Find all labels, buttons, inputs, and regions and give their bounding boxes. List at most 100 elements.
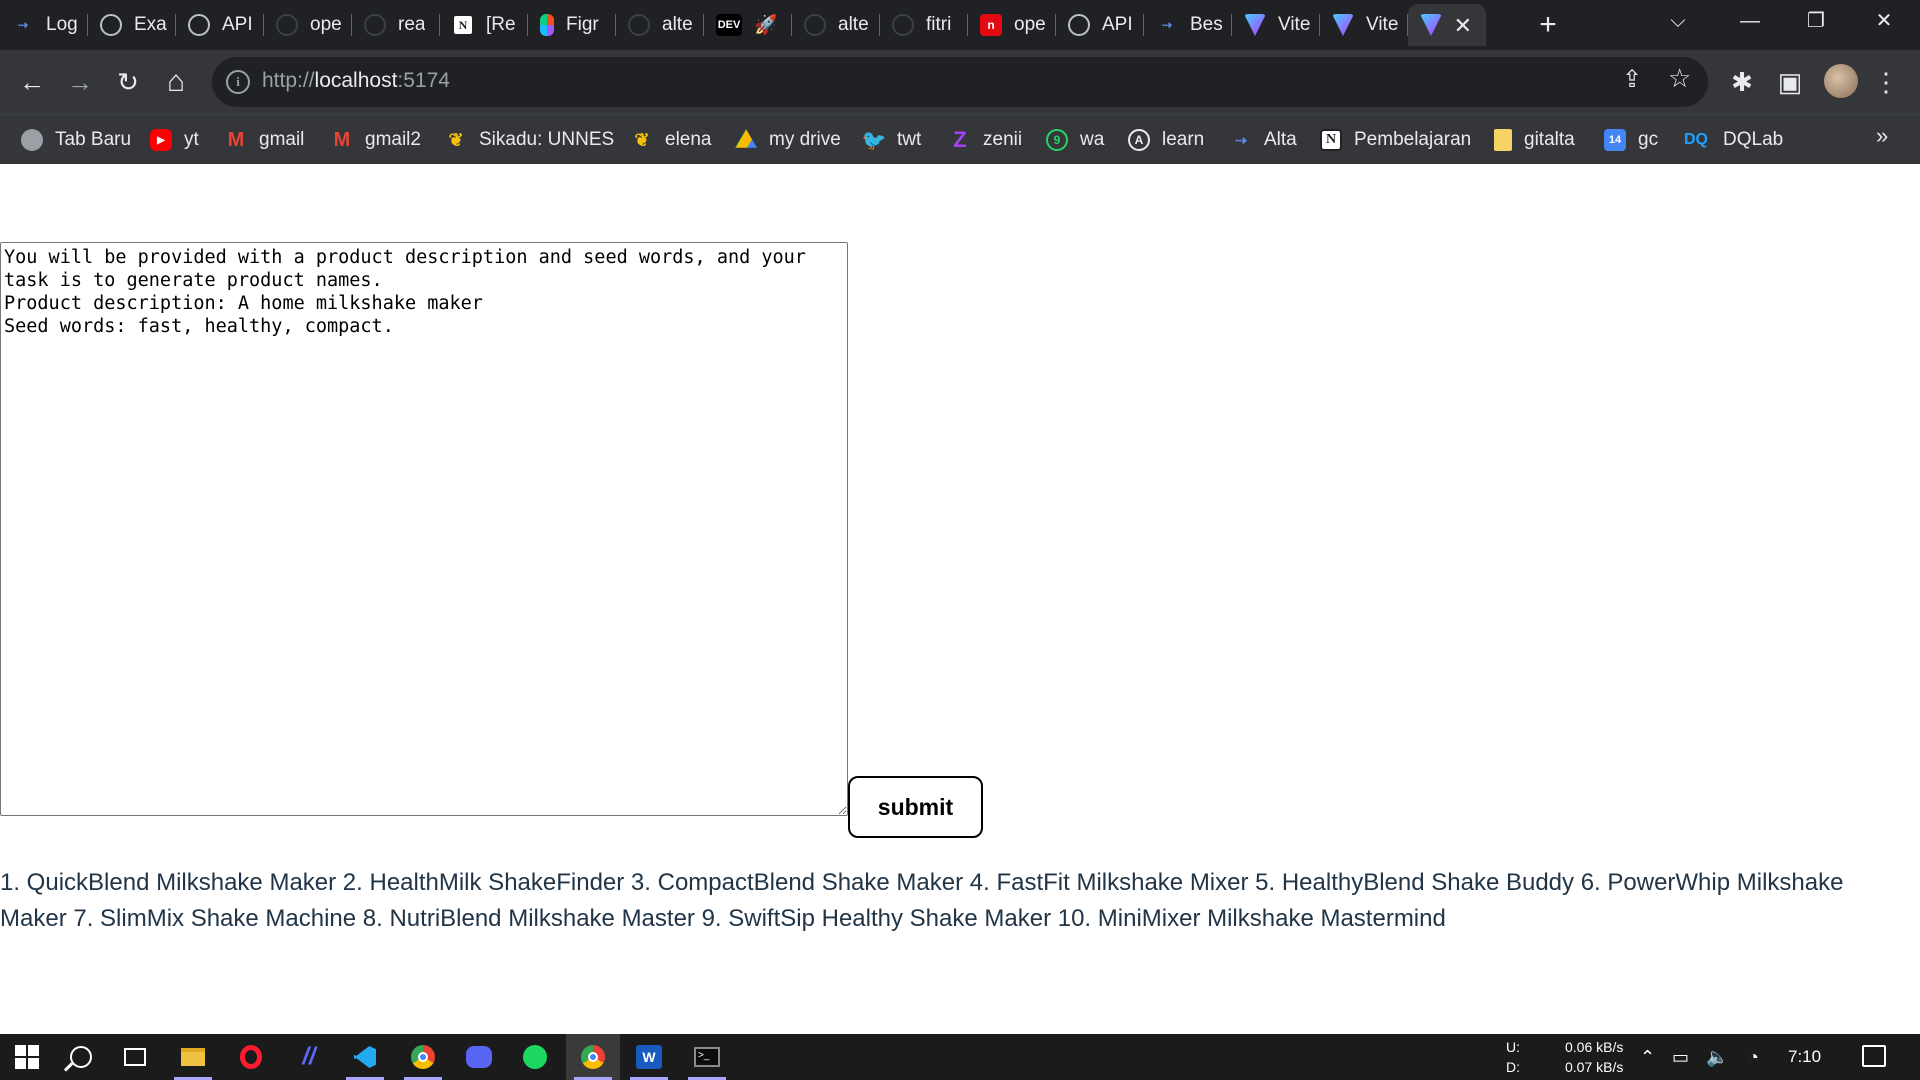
taskbar-discord[interactable] <box>452 1034 506 1080</box>
forward-button[interactable]: → <box>60 62 100 102</box>
side-panel-icon[interactable]: ▣ <box>1770 62 1810 102</box>
bookmark-item[interactable]: ❦ elena <box>631 124 711 156</box>
taskbar-slash-app[interactable]: // <box>282 1034 336 1080</box>
tab[interactable]: ope <box>264 4 352 46</box>
github-icon <box>628 14 650 36</box>
bookmark-item[interactable]: Mgmail2 <box>331 124 421 156</box>
home-button[interactable]: ⌂ <box>156 62 196 102</box>
site-info-icon[interactable]: i <box>226 70 250 94</box>
tab[interactable]: Vite <box>1320 4 1408 46</box>
minimize-button[interactable]: — <box>1718 0 1782 42</box>
task-view-button[interactable] <box>108 1034 162 1080</box>
taskbar-chrome-active[interactable] <box>566 1034 620 1080</box>
new-tab-button[interactable]: + <box>1530 8 1566 44</box>
tab[interactable]: ⇢ Log <box>0 4 88 46</box>
taskbar-file-explorer[interactable] <box>166 1034 220 1080</box>
bookmark-item[interactable]: 🐦 twt <box>861 124 922 156</box>
taskbar-word[interactable]: W <box>622 1034 676 1080</box>
bookmark-item[interactable]: ▶ yt <box>150 124 199 156</box>
tab[interactable]: DEV 🚀 <box>704 4 792 46</box>
task-view-icon <box>124 1048 146 1066</box>
tab[interactable]: ⇢ Bes <box>1144 4 1232 46</box>
bookmark-item[interactable]: Zzenii <box>949 124 1022 156</box>
result-text: 1. QuickBlend Milkshake Maker 2. HealthM… <box>0 869 1844 932</box>
battery-icon[interactable]: ▭ <box>1672 1034 1689 1080</box>
taskbar-spotify[interactable] <box>508 1034 562 1080</box>
start-icon <box>15 1045 39 1069</box>
address-bar[interactable]: i http://localhost:5174 ⇪ ☆ <box>212 57 1708 107</box>
tab-search-icon[interactable]: ⌵ <box>1646 0 1710 42</box>
github-icon <box>276 14 298 36</box>
bookmark-label: gitalta <box>1524 129 1575 150</box>
profile-avatar[interactable] <box>1824 64 1858 98</box>
bookmark-item[interactable]: Alearn <box>1128 124 1204 156</box>
tab-title: Bes <box>1190 14 1223 35</box>
bookmark-item[interactable]: DQ DQLab <box>1681 124 1783 156</box>
taskbar-chrome[interactable] <box>396 1034 450 1080</box>
bookmark-item[interactable]: 9 wa <box>1046 124 1104 156</box>
vite-icon <box>1244 14 1266 36</box>
bookmark-item[interactable]: Tab Baru <box>21 124 131 156</box>
tab[interactable]: Vite <box>1232 4 1320 46</box>
taskbar-opera[interactable] <box>224 1034 278 1080</box>
close-window-button[interactable]: ✕ <box>1852 0 1916 42</box>
tab[interactable]: API <box>176 4 264 46</box>
back-button[interactable]: ← <box>12 62 52 102</box>
bookmark-item[interactable]: gitalta <box>1494 124 1575 156</box>
bookmark-label: zenii <box>983 129 1023 150</box>
red-n-icon: n <box>980 14 1002 36</box>
tab[interactable]: alte <box>792 4 880 46</box>
dqlab-icon: DQ <box>1684 131 1708 148</box>
reload-button[interactable]: ↻ <box>108 62 148 102</box>
tab-title: fitri <box>926 14 952 35</box>
twitter-icon: 🐦 <box>861 129 887 152</box>
submit-button[interactable]: submit <box>848 776 983 838</box>
tab[interactable]: alte <box>616 4 704 46</box>
start-button[interactable] <box>0 1034 54 1080</box>
clock[interactable]: 7:10 <box>1788 1034 1821 1080</box>
tab-title: alte <box>662 14 693 35</box>
tab[interactable]: N [Re <box>440 4 528 46</box>
bookmark-item[interactable]: 14 gc <box>1604 124 1658 156</box>
vite-icon <box>1420 14 1442 36</box>
extensions-icon[interactable]: ✱ <box>1722 62 1762 102</box>
tab-active[interactable]: ✕ <box>1408 4 1486 46</box>
search-button[interactable] <box>54 1034 108 1080</box>
tab[interactable]: Figr <box>528 4 616 46</box>
bookmark-star-icon[interactable]: ☆ <box>1668 63 1691 94</box>
tab-title: API <box>222 14 253 35</box>
tab[interactable]: fitri <box>880 4 968 46</box>
learn-icon: A <box>1128 129 1150 151</box>
tab-title: [Re <box>486 14 516 35</box>
taskbar-vscode[interactable] <box>338 1034 392 1080</box>
url-scheme: http:// <box>262 69 315 92</box>
restore-button[interactable]: ❐ <box>1784 0 1848 42</box>
share-icon[interactable]: ⇪ <box>1622 65 1642 94</box>
bookmarks-overflow-icon[interactable]: » <box>1876 123 1888 149</box>
prompt-textarea[interactable]: You will be provided with a product desc… <box>0 242 848 816</box>
tray-overflow-icon[interactable]: ⌃ <box>1640 1034 1655 1080</box>
wifi-icon[interactable]: ◔ <box>1748 1034 1759 1080</box>
tab[interactable]: API <box>1056 4 1144 46</box>
bookmark-item[interactable]: Mgmail <box>225 124 305 156</box>
openai-icon <box>1068 14 1090 36</box>
bookmark-item[interactable]: N Pembelajaran <box>1320 124 1471 156</box>
notification-icon[interactable] <box>1862 1045 1886 1067</box>
tab[interactable]: n ope <box>968 4 1056 46</box>
close-tab-icon[interactable]: ✕ <box>1454 13 1472 39</box>
unnes-icon: ❦ <box>448 129 464 150</box>
bookmark-label: gc <box>1638 129 1659 150</box>
bookmark-item[interactable]: ⇢ Alta <box>1230 124 1297 156</box>
bookmark-label: gmail <box>259 129 305 150</box>
windows-taskbar: // W >_ U: D: 0.06 kB/s 0.07 kB/s ⌃ ▭ 🔈 … <box>0 1034 1920 1080</box>
tab[interactable]: rea <box>352 4 440 46</box>
volume-icon[interactable]: 🔈 <box>1706 1034 1728 1080</box>
taskbar-terminal[interactable]: >_ <box>680 1034 734 1080</box>
notion-icon: N <box>452 14 474 36</box>
url-text[interactable]: http://localhost:5174 <box>262 69 450 93</box>
menu-icon[interactable]: ⋮ <box>1866 62 1906 102</box>
bookmark-item[interactable]: my drive <box>735 124 841 156</box>
tab[interactable]: Exa <box>88 4 176 46</box>
bookmark-item[interactable]: ❦ Sikadu: UNNES <box>445 124 614 156</box>
github-icon <box>364 14 386 36</box>
